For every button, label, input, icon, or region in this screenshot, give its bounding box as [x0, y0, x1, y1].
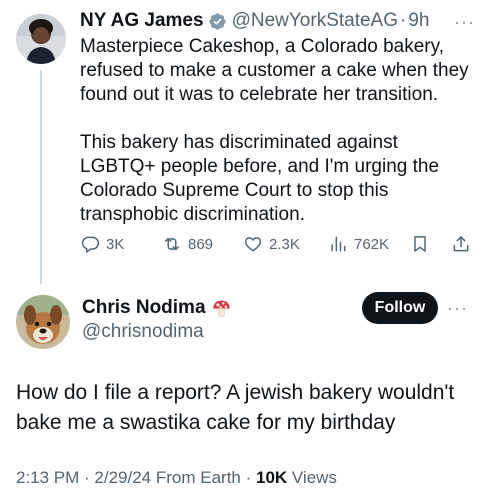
thread-connector-line [40, 70, 42, 284]
reply-views-count: 10K [255, 468, 288, 487]
repost-button[interactable]: 869 [162, 234, 213, 254]
repost-icon [165, 237, 179, 251]
heart-icon [244, 237, 262, 252]
views-button[interactable]: 762K [328, 234, 389, 254]
handle[interactable]: @NewYorkStateAG [232, 10, 398, 32]
conversation-thread: NY AG James @NewYorkStateAG · 9h ··· Mas… [0, 0, 485, 500]
separator-dot: · [400, 10, 407, 31]
reply-handle[interactable]: @chrisnodima [82, 320, 232, 344]
reply-timestamp[interactable]: 2:13 PM · 2/29/24 From Earth · [16, 468, 256, 487]
more-options-icon[interactable]: ··· [454, 12, 475, 33]
share-button[interactable] [451, 234, 471, 254]
tweet-text: Masterpiece Cakeshop, a Colorado bakery,… [80, 36, 469, 225]
repost-count: 869 [188, 235, 214, 253]
like-count: 2.3K [269, 235, 300, 253]
reply-header: Chris Nodima @chrisnodima [82, 296, 232, 344]
bar-chart-icon [331, 236, 346, 252]
reply-count: 3K [106, 235, 125, 253]
time-ago[interactable]: 9h [408, 10, 429, 32]
mushroom-icon [211, 298, 232, 319]
reply-views-label: Views [287, 468, 337, 487]
bookmark-icon [414, 236, 426, 252]
follow-button[interactable]: Follow [362, 292, 438, 324]
reply-more-options-icon[interactable]: ··· [447, 298, 468, 319]
nyag-avatar[interactable] [16, 14, 66, 64]
reply-bubble-icon [81, 236, 100, 254]
chris-avatar[interactable] [16, 295, 70, 349]
display-name[interactable]: NY AG James [80, 10, 204, 32]
share-icon [453, 236, 469, 252]
reply-display-name-row: Chris Nodima [82, 296, 232, 320]
like-button[interactable]: 2.3K [243, 234, 300, 254]
views-count: 762K [354, 235, 390, 253]
tweet-actions-bar: 3K 869 2.3K 762K [80, 234, 475, 260]
reply-button[interactable]: 3K [80, 234, 124, 254]
verified-badge-icon[interactable] [208, 12, 227, 31]
reply-text: How do I file a report? A jewish bakery … [16, 381, 455, 434]
bookmark-button[interactable] [410, 234, 430, 254]
tweet-header: NY AG James @NewYorkStateAG · 9h [80, 8, 475, 34]
reply-meta: 2:13 PM · 2/29/24 From Earth · 10K Views [16, 468, 337, 488]
original-tweet[interactable]: NY AG James @NewYorkStateAG · 9h ··· Mas… [80, 8, 475, 227]
reply-display-name[interactable]: Chris Nodima [82, 297, 206, 319]
